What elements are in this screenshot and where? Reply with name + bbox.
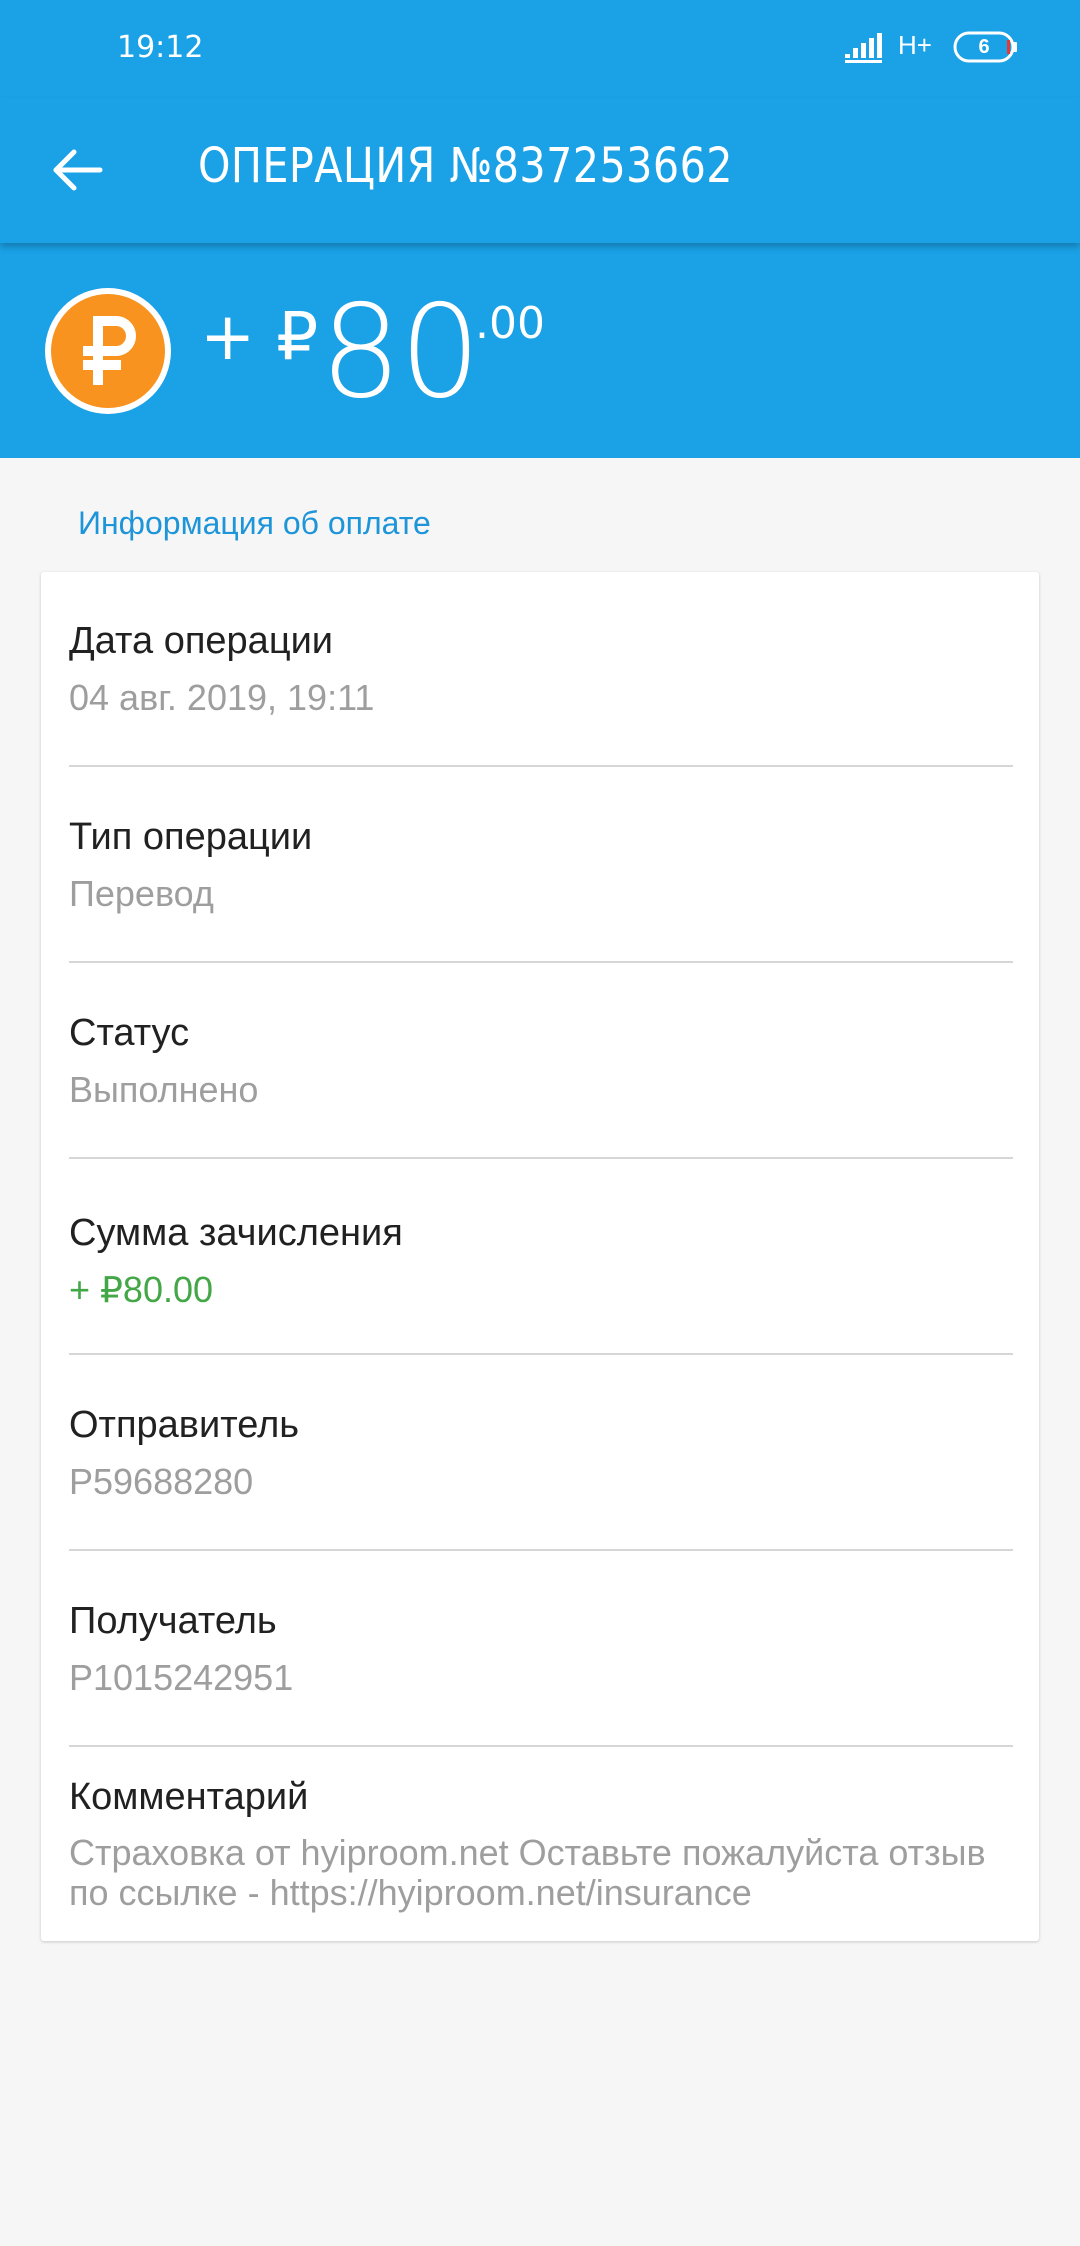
back-button[interactable] [36, 128, 120, 212]
page-title: ОПЕРАЦИЯ №837253662 [198, 138, 733, 194]
detail-label: Статус [69, 1012, 190, 1054]
battery-level: 6 [978, 36, 990, 58]
detail-row-status: Статус Выполнено [69, 1012, 1013, 1111]
divider [69, 961, 1013, 963]
detail-value: 04 авг. 2019, 19:11 [69, 677, 375, 718]
detail-row-amount: Сумма зачисления + ₽80.00 [69, 1212, 1013, 1311]
divider [69, 1745, 1013, 1747]
detail-label: Комментарий [69, 1776, 309, 1818]
detail-label: Тип операции [69, 816, 313, 858]
detail-value: Перевод [69, 873, 214, 914]
detail-label: Дата операции [69, 620, 334, 662]
detail-value: P59688280 [69, 1461, 254, 1502]
network-type: H+ [898, 30, 932, 60]
detail-value: Выполнено [69, 1069, 259, 1110]
amount-main: 80 [320, 278, 481, 427]
payment-info-card: Дата операции 04 авг. 2019, 19:11 Тип оп… [41, 572, 1039, 1941]
detail-row-recipient: Получатель P1015242951 [69, 1600, 1013, 1699]
detail-label: Сумма зачисления [69, 1212, 403, 1254]
detail-value-credit: + ₽80.00 [69, 1269, 214, 1310]
signal-icon [845, 33, 882, 63]
divider [69, 765, 1013, 767]
detail-row-comment: Комментарий Страховка от hyiproom.net Ос… [69, 1776, 1013, 1913]
status-bar: 19:12 H+ 6 [0, 0, 1080, 98]
detail-value: Страховка от hyiproom.net Оставьте пожал… [69, 1832, 986, 1913]
status-time: 19:12 [117, 30, 204, 65]
section-label: Информация об оплате [78, 505, 431, 541]
amount-prefix: + ₽ [200, 298, 319, 375]
detail-row-type: Тип операции Перевод [69, 816, 1013, 915]
divider [69, 1353, 1013, 1355]
amount-cents: .00 [475, 298, 545, 349]
detail-label: Получатель [69, 1600, 277, 1642]
header: 19:12 H+ 6 ОПЕРАЦИЯ №837253662 + ₽ 80 .0… [0, 0, 1080, 458]
detail-row-sender: Отправитель P59688280 [69, 1404, 1013, 1503]
detail-label: Отправитель [69, 1404, 300, 1446]
toolbar: ОПЕРАЦИЯ №837253662 [0, 98, 1080, 243]
divider [69, 1549, 1013, 1551]
arrow-left-icon [53, 149, 103, 191]
divider [69, 1157, 1013, 1159]
ruble-coin-icon [45, 288, 171, 414]
detail-value: P1015242951 [69, 1657, 294, 1698]
detail-row-date: Дата операции 04 авг. 2019, 19:11 [69, 620, 1013, 719]
